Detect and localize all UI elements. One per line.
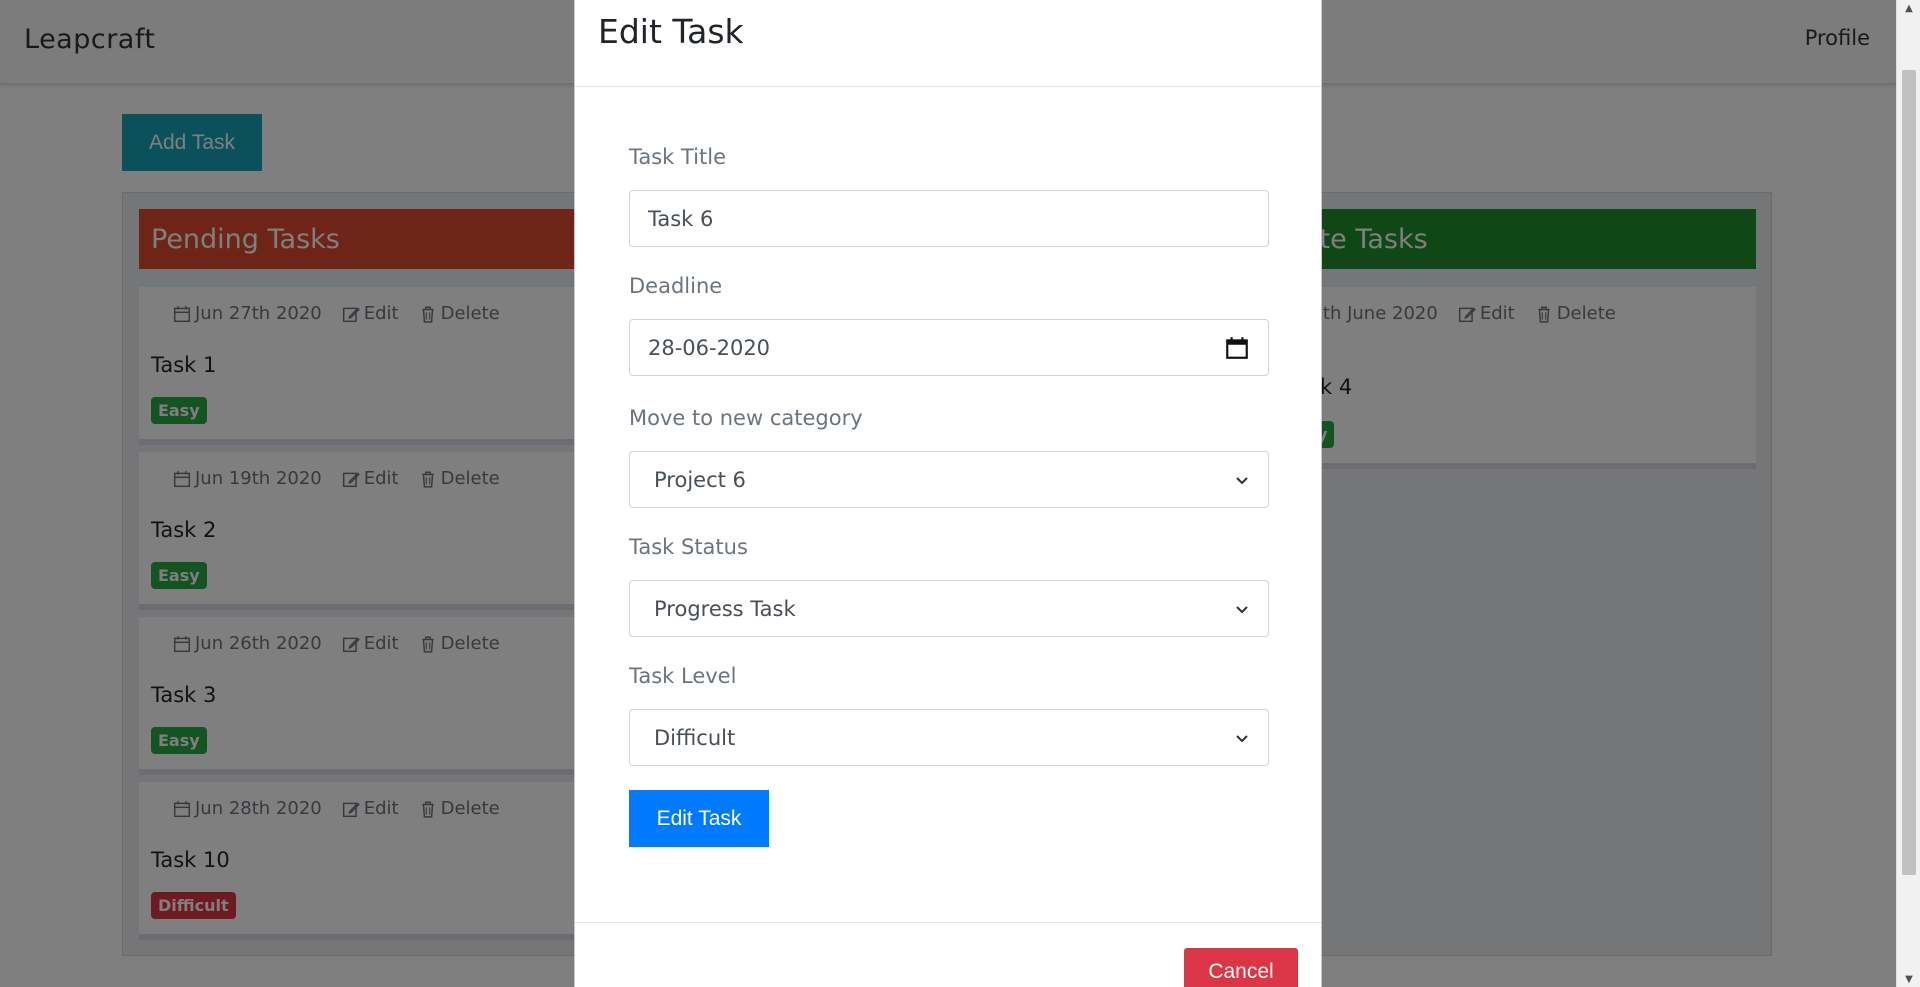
page-scrollbar[interactable]: ▲ ▼ [1896, 0, 1920, 987]
deadline-value: 28-06-2020 [648, 335, 771, 360]
category-selected-value: Project 6 [654, 467, 746, 492]
task-status-selected-value: Progress Task [654, 596, 796, 621]
calendar-icon[interactable] [1224, 335, 1250, 361]
task-title-label: Task Title [629, 145, 727, 169]
scroll-up-arrow[interactable]: ▲ [1897, 0, 1920, 16]
modal-title: Edit Task [598, 12, 744, 51]
chevron-down-icon [1236, 734, 1248, 742]
edit-task-modal: Edit Task Task Title Deadline 28-06-2020… [574, 0, 1322, 987]
scroll-thumb[interactable] [1902, 70, 1916, 875]
modal-header-divider [575, 86, 1321, 87]
task-level-label: Task Level [629, 664, 737, 688]
task-level-select[interactable]: Difficult [629, 709, 1269, 766]
category-select[interactable]: Project 6 [629, 451, 1269, 508]
deadline-field[interactable]: 28-06-2020 [629, 319, 1269, 376]
task-status-label: Task Status [629, 535, 748, 559]
modal-footer-divider [575, 922, 1321, 923]
cancel-button[interactable]: Cancel [1184, 948, 1298, 987]
deadline-label: Deadline [629, 274, 723, 298]
chevron-down-icon [1236, 605, 1248, 613]
task-title-input[interactable] [648, 206, 1250, 231]
task-status-select[interactable]: Progress Task [629, 580, 1269, 637]
category-label: Move to new category [629, 406, 863, 430]
task-title-field[interactable] [629, 190, 1269, 247]
task-level-selected-value: Difficult [654, 725, 736, 750]
chevron-down-icon [1236, 476, 1248, 484]
edit-task-submit-button[interactable]: Edit Task [629, 790, 769, 847]
scroll-down-arrow[interactable]: ▼ [1897, 971, 1920, 987]
